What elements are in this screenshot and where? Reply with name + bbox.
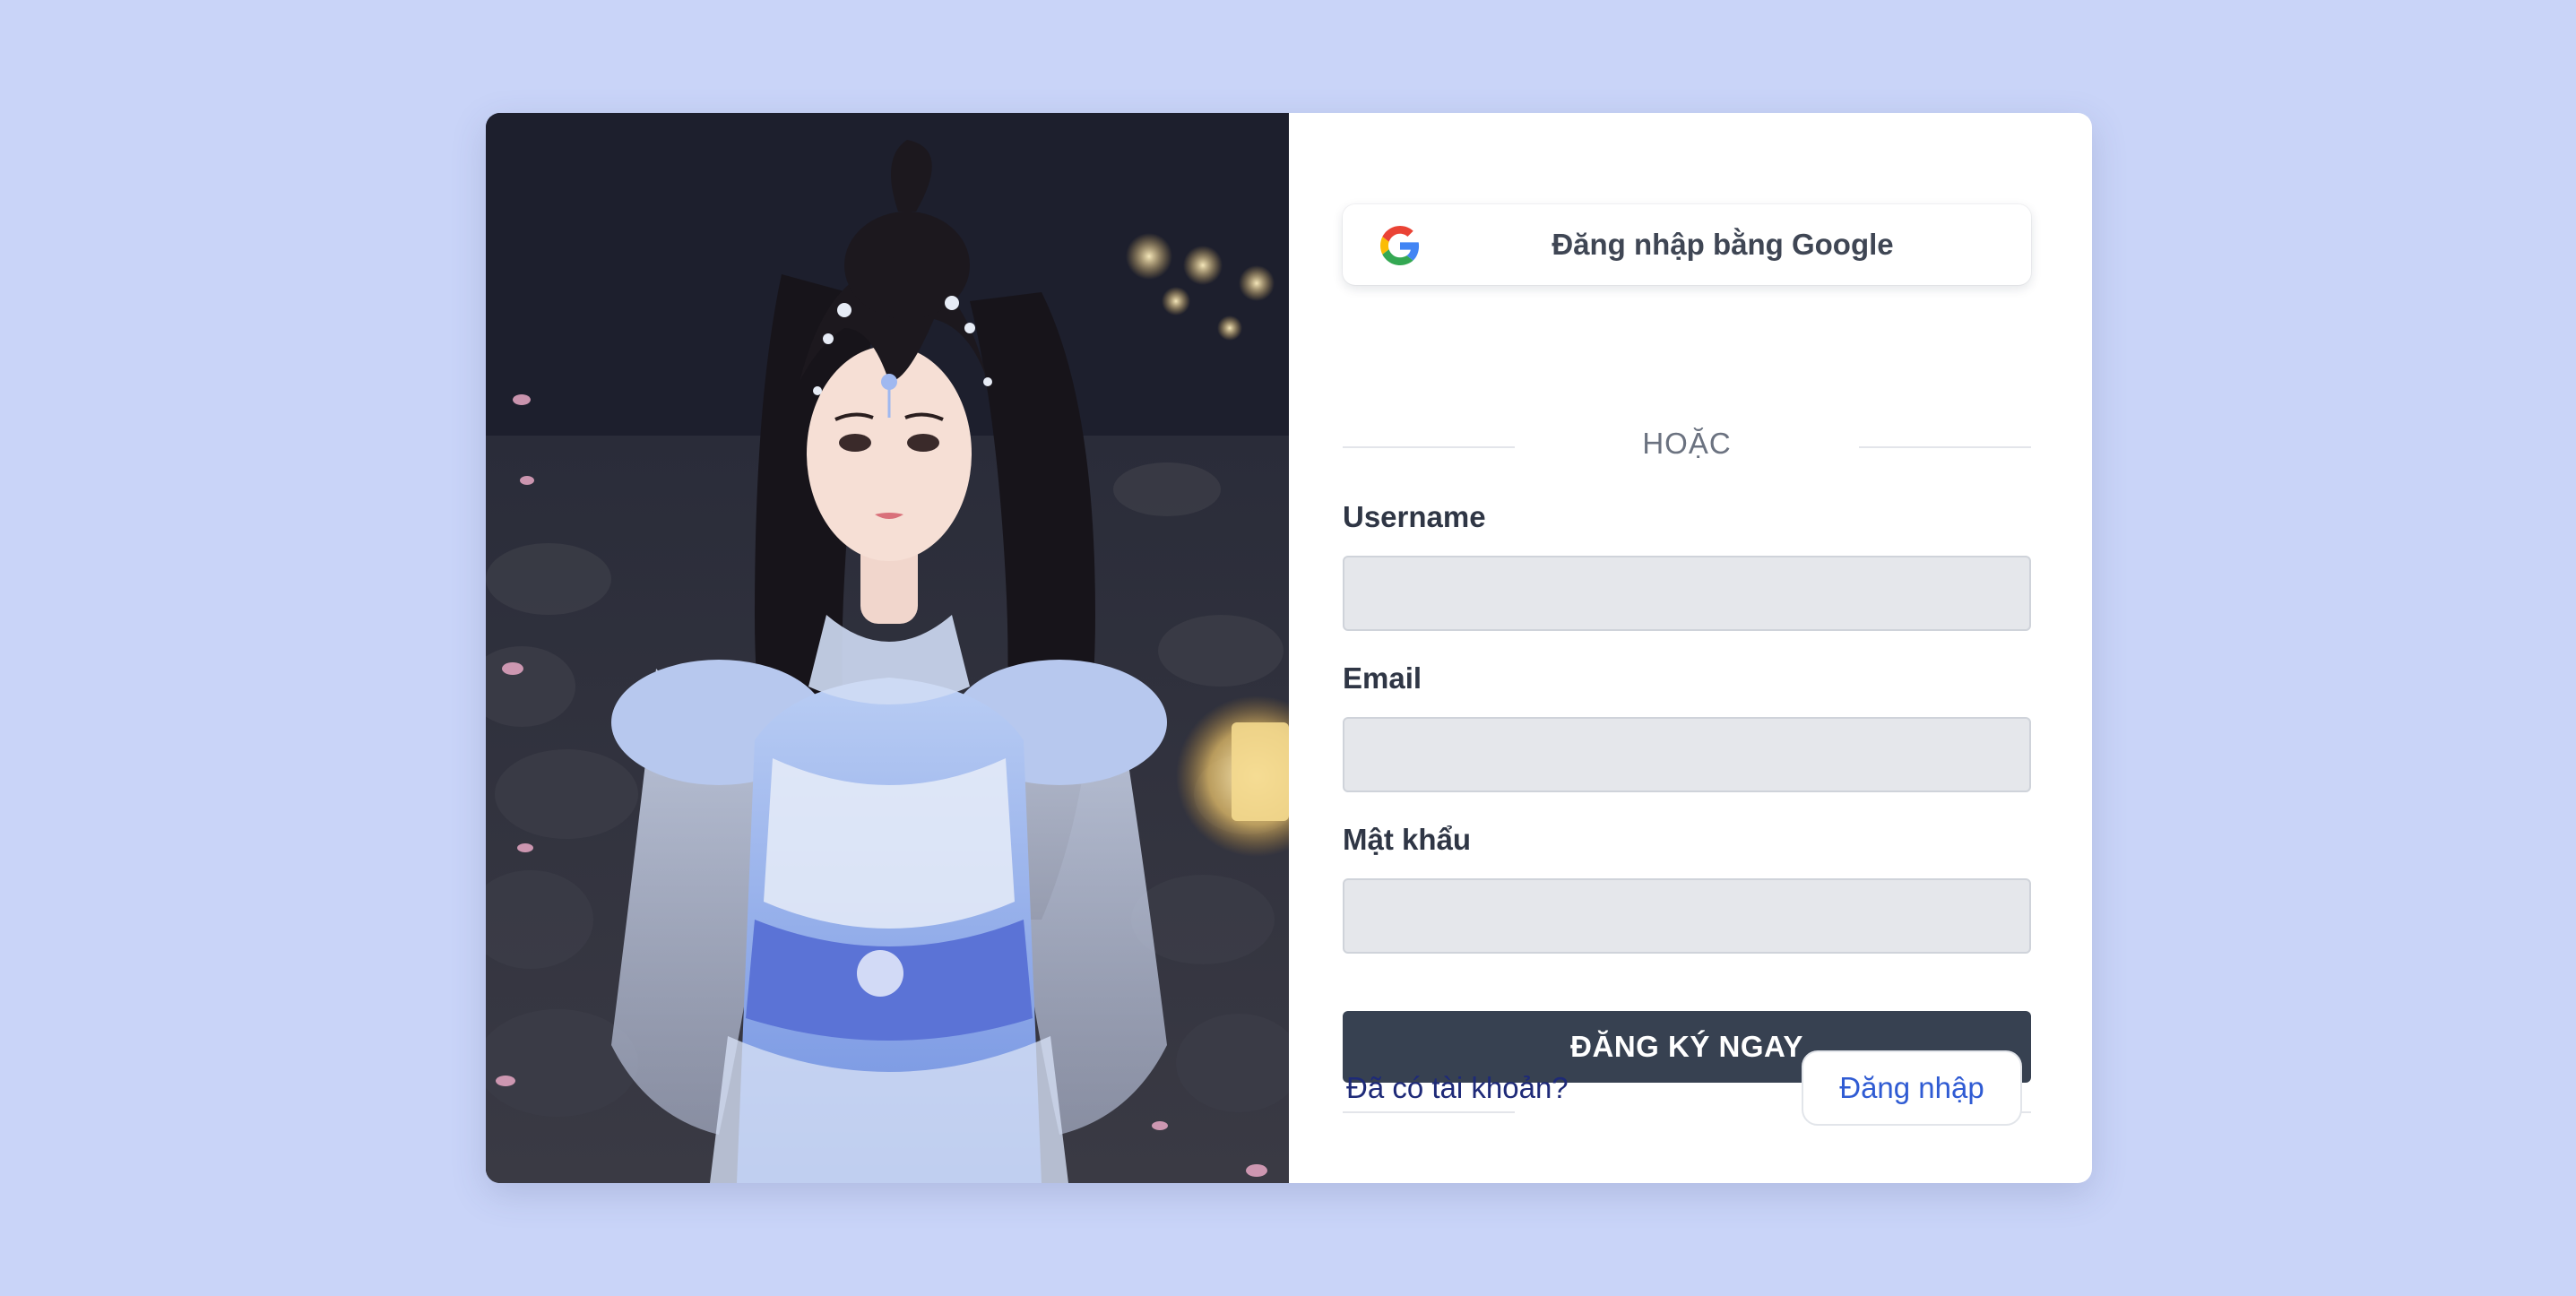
password-label: Mật khẩu	[1343, 823, 1472, 856]
google-signin-label: Đăng nhập bằng Google	[1552, 228, 1894, 261]
password-input[interactable]	[1343, 878, 2031, 954]
signup-form: Đăng nhập bằng Google HOẶC Username Emai…	[1289, 113, 2092, 1183]
or-divider-text: HOẶC	[1642, 427, 1732, 460]
username-label: Username	[1343, 500, 1486, 533]
username-input[interactable]	[1343, 556, 2031, 631]
email-input[interactable]	[1343, 717, 2031, 792]
google-signin-button[interactable]: Đăng nhập bằng Google	[1343, 204, 2031, 285]
bottom-divider-left	[1343, 1111, 1515, 1113]
email-label: Email	[1343, 661, 1422, 695]
character-illustration	[486, 113, 1289, 1183]
signup-card: Đăng nhập bằng Google HOẶC Username Emai…	[486, 113, 2092, 1183]
login-button[interactable]: Đăng nhập	[1802, 1050, 2022, 1126]
have-account-text: Đã có tài khoản?	[1346, 1071, 1569, 1104]
